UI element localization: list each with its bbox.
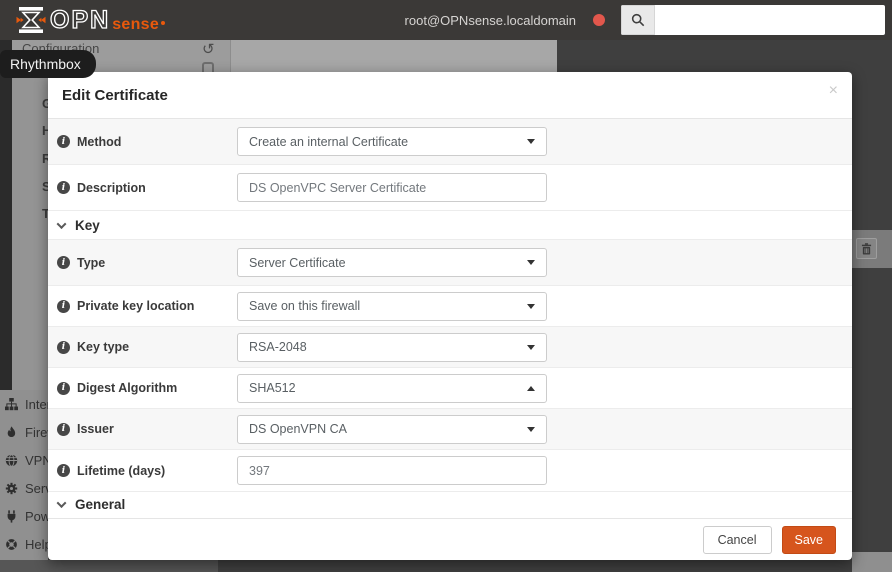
issuer-select-value: DS OpenVPN CA [249, 422, 347, 436]
dialog-body: i Method Create an internal Certificate … [48, 119, 852, 518]
sidebar-item-label: Help [25, 536, 48, 552]
caret-down-icon [527, 303, 535, 309]
chevron-down-icon [56, 498, 67, 509]
save-button[interactable]: Save [781, 525, 836, 554]
edit-certificate-dialog: Edit Certificate × i Method Create an in… [48, 72, 852, 560]
form-row-lifetime: i Lifetime (days) [48, 449, 852, 491]
field-label-type: Type [77, 255, 106, 270]
section-header-general[interactable]: General [48, 491, 852, 517]
sidebar-item-label: VPN [25, 452, 48, 468]
sidebar-item-label: Firewall [25, 424, 48, 440]
sidebar-item-help[interactable]: Help [0, 530, 48, 558]
info-icon[interactable]: i [57, 181, 70, 194]
section-header-key[interactable]: Key [48, 210, 852, 239]
caret-down-icon [527, 344, 535, 350]
page-footer-fragment [852, 552, 892, 572]
section-title-general: General [75, 497, 126, 512]
dialog-header: Edit Certificate × [48, 72, 852, 119]
gear-icon [5, 482, 18, 494]
field-label-method: Method [77, 134, 122, 149]
search-button[interactable] [621, 5, 655, 35]
info-icon[interactable]: i [57, 381, 70, 395]
toolbar-right-section [230, 40, 557, 72]
type-select-value: Server Certificate [249, 255, 346, 270]
opnsense-logo-icon [16, 7, 46, 33]
private-key-location-select[interactable]: Save on this firewall [237, 291, 547, 321]
private-key-location-value: Save on this firewall [249, 299, 361, 313]
field-label-issuer: Issuer [77, 422, 114, 436]
info-icon[interactable]: i [57, 340, 70, 354]
description-input[interactable] [237, 173, 547, 202]
sitemap-icon [5, 397, 18, 410]
sidebar-item-services[interactable]: Services [0, 474, 48, 502]
form-row-type: i Type Server Certificate [48, 239, 852, 285]
digest-algorithm-select[interactable]: SHA512 [237, 373, 547, 403]
digest-algorithm-value: SHA512 [249, 381, 296, 395]
form-row-method: i Method Create an internal Certificate [48, 119, 852, 164]
cancel-button[interactable]: Cancel [702, 525, 772, 554]
issuer-select[interactable]: DS OpenVPN CA [237, 414, 547, 444]
delete-button[interactable] [856, 238, 877, 259]
logo-text-sense: sense [112, 15, 160, 33]
sidebar-item-vpn[interactable]: VPN [0, 446, 48, 474]
dock-strip [0, 40, 12, 390]
fire-icon [7, 425, 16, 437]
info-icon[interactable]: i [57, 299, 70, 313]
key-type-select-value: RSA-2048 [249, 340, 307, 354]
info-icon[interactable]: i [57, 422, 70, 436]
search-icon [631, 13, 645, 27]
key-type-select[interactable]: RSA-2048 [237, 332, 547, 362]
field-label-description: Description [77, 180, 146, 195]
sidebar-item-firewall[interactable]: Firewall [0, 418, 48, 446]
dialog-footer: Cancel Save [48, 518, 852, 560]
refresh-icon[interactable]: ↺ [202, 42, 215, 57]
caret-down-icon [527, 139, 535, 144]
section-title-key: Key [75, 217, 100, 233]
trash-icon [861, 242, 872, 254]
info-icon[interactable]: i [57, 256, 70, 269]
method-select[interactable]: Create an internal Certificate [237, 127, 547, 156]
logged-in-user[interactable]: root@OPNsense.localdomain [405, 13, 576, 28]
sidebar-item-label: Services [25, 480, 48, 496]
globe-icon [5, 453, 18, 467]
logo-trademark-dot [161, 21, 166, 25]
caret-up-icon [527, 385, 535, 391]
desktop-tooltip: Rhythmbox [0, 50, 96, 78]
logo-text-opn: OPN [49, 5, 111, 34]
info-icon[interactable]: i [57, 135, 70, 148]
close-icon[interactable]: × [829, 83, 838, 99]
sidebar-menu: Interfaces Firewall VPN Services Power H… [0, 390, 48, 562]
life-ring-icon [6, 538, 17, 550]
opnsense-logo[interactable]: OPN sense [16, 0, 166, 40]
lifetime-input[interactable] [237, 456, 547, 485]
form-row-digest-algorithm: i Digest Algorithm SHA512 [48, 367, 852, 408]
page-bottom-fragment [48, 560, 218, 572]
caret-down-icon [527, 426, 535, 432]
field-label-digest-algorithm: Digest Algorithm [77, 381, 178, 395]
top-navbar: OPN sense root@OPNsense.localdomain [0, 0, 892, 40]
form-row-key-type: i Key type RSA-2048 [48, 326, 852, 367]
dialog-title: Edit Certificate [62, 86, 168, 104]
notification-dot[interactable] [593, 14, 605, 26]
info-icon[interactable]: i [57, 464, 70, 477]
form-row-private-key-location: i Private key location Save on this fire… [48, 285, 852, 326]
form-row-issuer: i Issuer DS OpenVPN CA [48, 408, 852, 449]
sidebar-item-label: Interfaces [25, 396, 48, 412]
sidebar-item-interfaces[interactable]: Interfaces [0, 390, 48, 418]
field-label-lifetime: Lifetime (days) [77, 463, 166, 478]
type-select[interactable]: Server Certificate [237, 248, 547, 277]
plug-icon [7, 509, 16, 523]
field-label-private-key-location: Private key location [77, 299, 195, 313]
field-label-key-type: Key type [77, 340, 130, 354]
search-input[interactable] [655, 5, 885, 35]
chevron-down-icon [56, 218, 67, 229]
form-row-description: i Description [48, 164, 852, 210]
caret-down-icon [527, 260, 535, 265]
global-search [621, 5, 885, 35]
sidebar-item-power[interactable]: Power [0, 502, 48, 530]
method-select-value: Create an internal Certificate [249, 134, 409, 149]
sidebar-item-label: Power [25, 508, 48, 524]
